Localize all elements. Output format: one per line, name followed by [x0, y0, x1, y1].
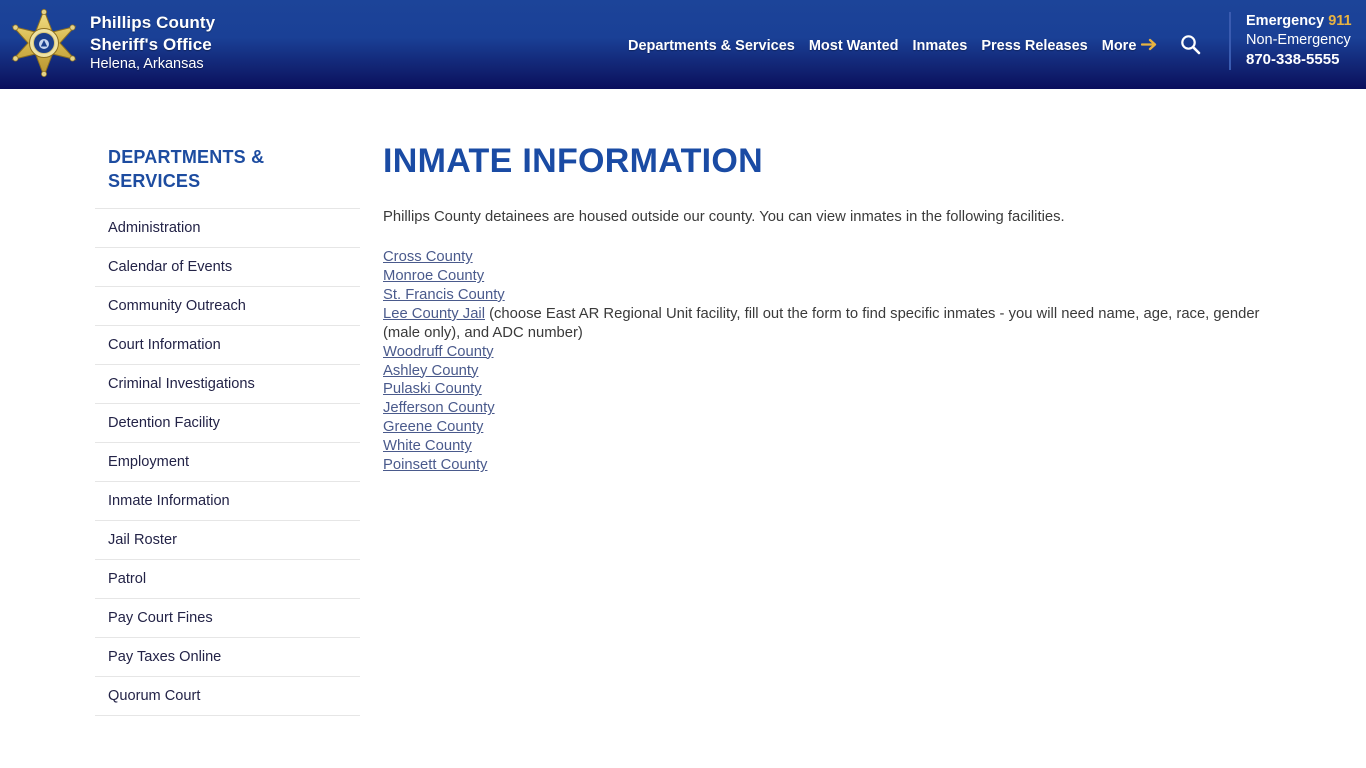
sidebar-item-community-outreach[interactable]: Community Outreach: [95, 285, 360, 325]
facility-link-greene-county[interactable]: Greene County: [383, 419, 483, 435]
emergency-contact-block: Emergency 911 Non-Emergency 870-338-5555: [1229, 12, 1352, 71]
sidebar-item-criminal-investigations[interactable]: Criminal Investigations: [95, 363, 360, 403]
facility-link-monroe-county[interactable]: Monroe County: [383, 268, 484, 284]
nav-item-departments-services[interactable]: Departments & Services: [628, 38, 795, 54]
facility-link-woodruff-county[interactable]: Woodruff County: [383, 344, 494, 360]
main-navigation: Departments & Services Most Wanted Inmat…: [628, 34, 1201, 58]
sidebar-item-patrol[interactable]: Patrol: [95, 558, 360, 598]
facility-row: Pulaski County: [383, 380, 1288, 399]
nav-item-more[interactable]: More: [1102, 38, 1159, 55]
arrow-right-icon: [1141, 38, 1158, 55]
sidebar-title: DEPARTMENTS & SERVICES: [108, 147, 265, 191]
facility-row: St. Francis County: [383, 286, 1288, 305]
nav-item-inmates[interactable]: Inmates: [913, 38, 968, 54]
site-header: Phillips County Sheriff's Office Helena,…: [0, 0, 1366, 89]
sidebar-item-detention-facility[interactable]: Detention Facility: [95, 402, 360, 442]
sidebar-item-court-information[interactable]: Court Information: [95, 324, 360, 364]
main-content: INMATE INFORMATION Phillips County detai…: [383, 142, 1288, 475]
facility-link-jefferson-county[interactable]: Jefferson County: [383, 400, 495, 416]
search-button[interactable]: [1180, 34, 1201, 58]
emergency-number: 911: [1328, 13, 1352, 29]
facility-link-ashley-county[interactable]: Ashley County: [383, 363, 478, 379]
page-title: INMATE INFORMATION: [383, 142, 763, 180]
facility-note: (choose East AR Regional Unit facility, …: [383, 305, 1260, 341]
facility-row: Cross County: [383, 248, 1288, 267]
sidebar-item-employment[interactable]: Employment: [95, 441, 360, 481]
emergency-label: Emergency: [1246, 13, 1325, 29]
sidebar-item-inmate-information[interactable]: Inmate Information: [95, 480, 360, 520]
nav-item-press-releases[interactable]: Press Releases: [981, 38, 1087, 54]
non-emergency-number[interactable]: 870-338-5555: [1246, 50, 1352, 70]
sidebar: DEPARTMENTS & SERVICES Administration Ca…: [95, 146, 360, 716]
facility-link-pulaski-county[interactable]: Pulaski County: [383, 381, 482, 397]
emergency-row: Emergency 911: [1246, 12, 1352, 31]
sidebar-item-calendar-of-events[interactable]: Calendar of Events: [95, 246, 360, 286]
facility-row: White County: [383, 437, 1288, 456]
non-emergency-label: Non-Emergency: [1246, 32, 1351, 49]
facility-link-cross-county[interactable]: Cross County: [383, 249, 473, 265]
sheriff-star-badge-icon: [8, 6, 80, 80]
intro-paragraph: Phillips County detainees are housed out…: [383, 208, 1065, 225]
facility-row: Monroe County: [383, 267, 1288, 286]
search-icon: [1180, 34, 1201, 58]
sidebar-item-jail-roster[interactable]: Jail Roster: [95, 519, 360, 559]
page-body: DEPARTMENTS & SERVICES Administration Ca…: [0, 89, 1366, 719]
brand-line-1: Phillips County: [90, 12, 216, 32]
facility-row: Ashley County: [383, 362, 1288, 381]
brand-line-3: Helena, Arkansas: [90, 56, 204, 73]
sidebar-item-pay-taxes-online[interactable]: Pay Taxes Online: [95, 636, 360, 676]
nav-more-label: More: [1101, 38, 1137, 54]
sidebar-item-pay-court-fines[interactable]: Pay Court Fines: [95, 597, 360, 637]
facility-row: Greene County: [383, 418, 1288, 437]
sidebar-item-administration[interactable]: Administration: [95, 207, 360, 247]
facility-link-st-francis-county[interactable]: St. Francis County: [383, 287, 505, 303]
nav-item-most-wanted[interactable]: Most Wanted: [809, 38, 899, 54]
facility-link-white-county[interactable]: White County: [383, 438, 472, 454]
facility-row: Lee County Jail (choose East AR Regional…: [383, 305, 1288, 343]
facility-row: Jefferson County: [383, 399, 1288, 418]
facility-row: Woodruff County: [383, 343, 1288, 362]
brand-block[interactable]: Phillips County Sheriff's Office Helena,…: [0, 0, 215, 80]
facility-link-list: Cross County Monroe County St. Francis C…: [383, 248, 1288, 475]
facility-row: Poinsett County: [383, 456, 1288, 475]
facility-link-poinsett-county[interactable]: Poinsett County: [383, 457, 487, 473]
brand-line-2: Sheriff's Office: [90, 34, 212, 54]
sidebar-item-quorum-court[interactable]: Quorum Court: [95, 675, 360, 716]
facility-link-lee-county-jail[interactable]: Lee County Jail: [383, 306, 485, 322]
